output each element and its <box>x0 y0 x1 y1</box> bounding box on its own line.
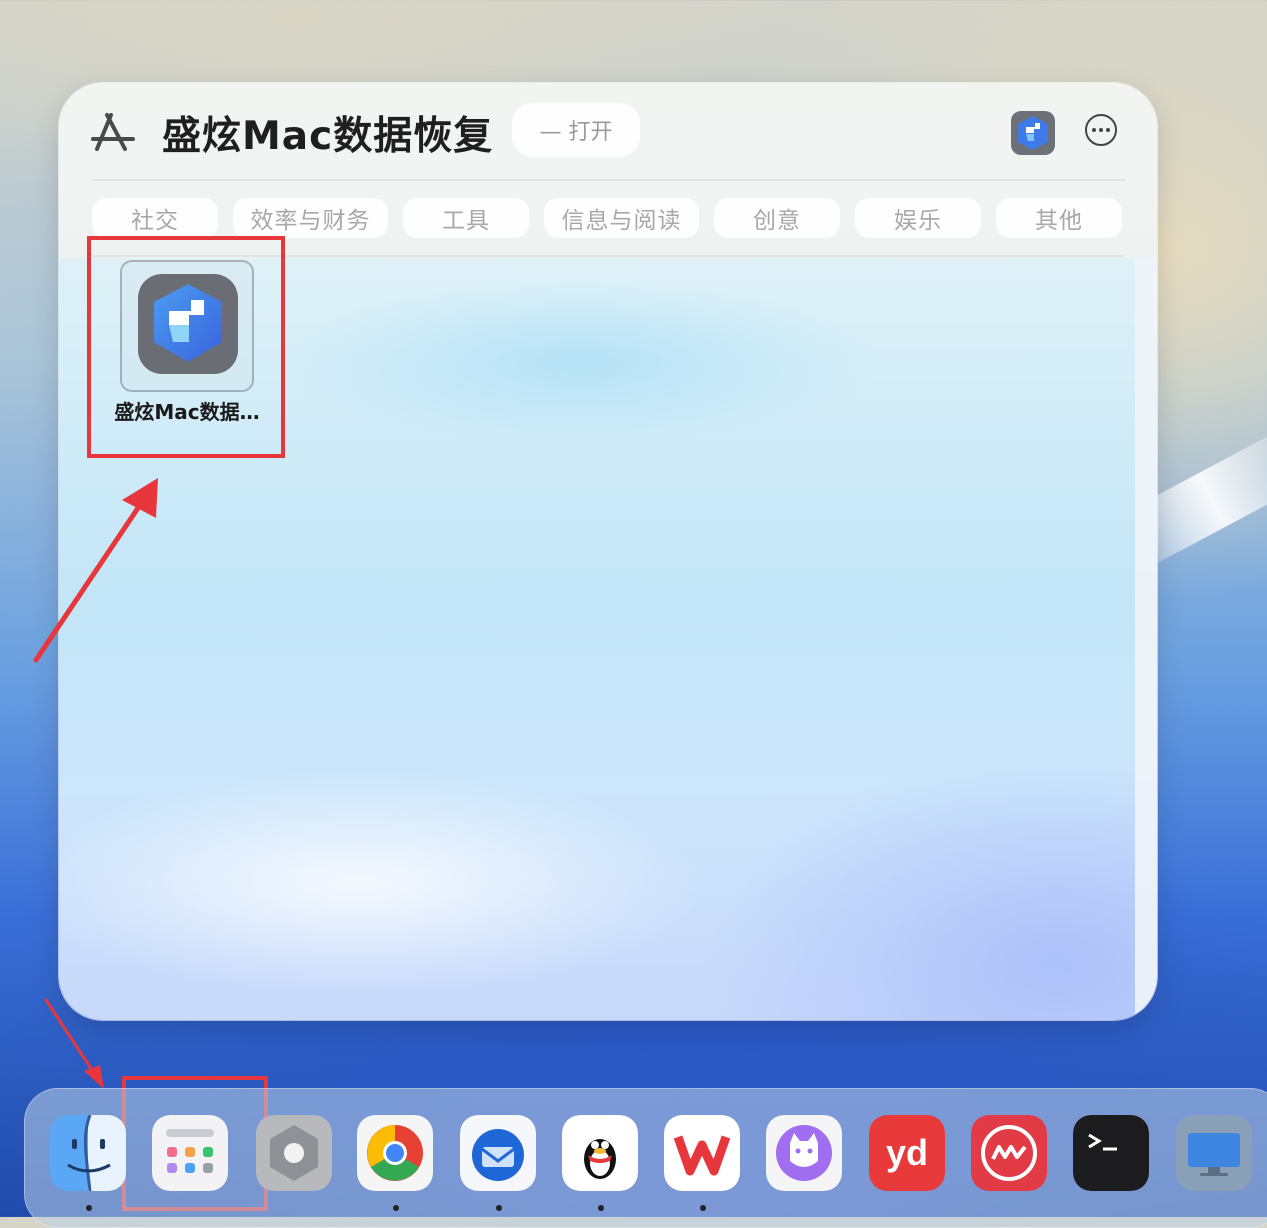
tab-other[interactable]: 其他 <box>996 198 1122 238</box>
finder-icon[interactable] <box>50 1115 126 1191</box>
dock-running-dot <box>393 1205 399 1211</box>
screen-icon[interactable] <box>1176 1115 1252 1191</box>
dock-running-dot <box>86 1205 92 1211</box>
dot-icon <box>1106 128 1110 132</box>
launchpad-panel: 盛炫Mac数据恢复 — 打开 社交 效率与财务 工具 信息与阅读 创意 娱乐 其… <box>59 83 1157 1020</box>
header-divider <box>92 179 1125 181</box>
svg-text:yd: yd <box>886 1132 928 1173</box>
arrow-down-icon <box>44 998 104 1089</box>
red-app-icon[interactable] <box>971 1115 1047 1191</box>
launchpad-icon[interactable] <box>152 1115 228 1191</box>
dock-running-dot <box>496 1205 502 1211</box>
dock-running-dot <box>700 1205 706 1211</box>
dock-running-dot <box>598 1205 604 1211</box>
cat-app-icon[interactable] <box>766 1115 842 1191</box>
app-icon-small[interactable] <box>1010 110 1056 156</box>
highlight-box-app <box>87 236 285 458</box>
tab-info-reading[interactable]: 信息与阅读 <box>544 198 699 238</box>
system-app-icon[interactable] <box>256 1115 332 1191</box>
more-options-button[interactable] <box>1085 114 1117 146</box>
panel-scroll-strip <box>1135 258 1157 1020</box>
qq-icon[interactable] <box>562 1115 638 1191</box>
tab-productivity-finance[interactable]: 效率与财务 <box>233 198 388 238</box>
dot-icon <box>1092 128 1096 132</box>
open-button[interactable]: — 打开 <box>512 103 640 157</box>
thunderbird-icon[interactable] <box>460 1115 536 1191</box>
app-store-icon[interactable] <box>89 109 137 157</box>
tab-social[interactable]: 社交 <box>92 198 218 238</box>
tab-creativity[interactable]: 创意 <box>714 198 840 238</box>
tab-entertainment[interactable]: 娱乐 <box>855 198 981 238</box>
wps-icon[interactable] <box>664 1115 740 1191</box>
dot-icon <box>1099 128 1103 132</box>
tab-utilities[interactable]: 工具 <box>403 198 529 238</box>
arrow-up-icon <box>33 478 158 663</box>
app-title: 盛炫Mac数据恢复 <box>162 114 494 159</box>
chrome-icon[interactable] <box>357 1115 433 1191</box>
youdao-icon[interactable]: yd <box>869 1115 945 1191</box>
terminal-icon[interactable] <box>1073 1115 1149 1191</box>
